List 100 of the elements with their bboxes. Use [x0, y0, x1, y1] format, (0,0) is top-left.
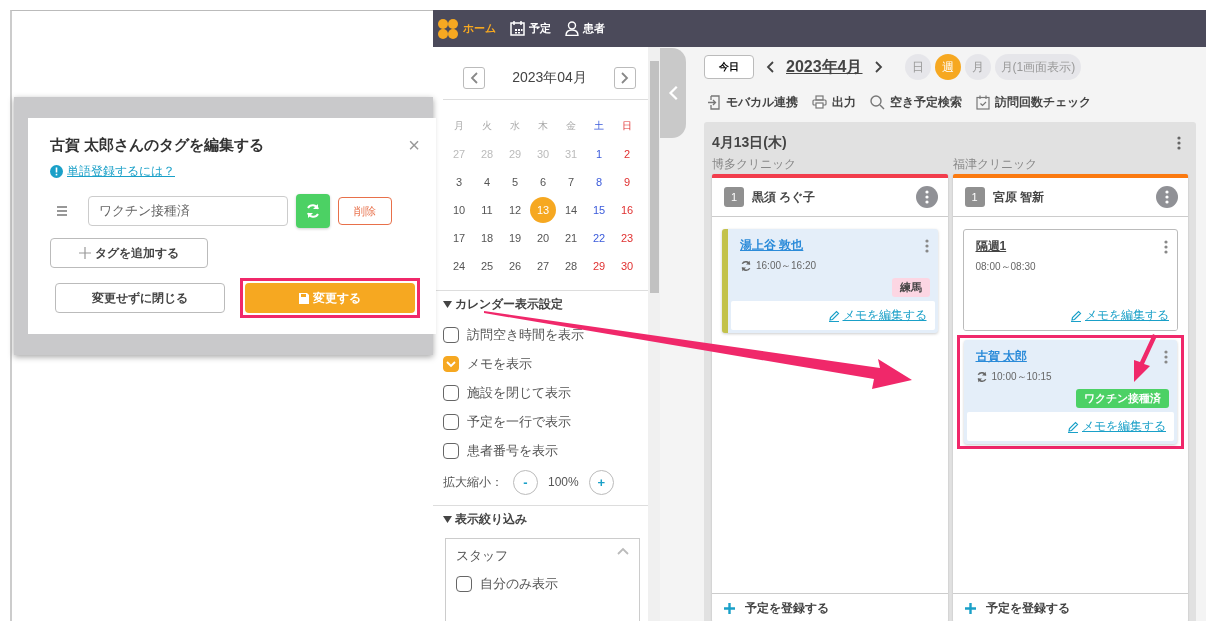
calendar-day[interactable]: 8	[586, 169, 612, 195]
panel-title: スタッフ	[456, 547, 508, 565]
calendar-day[interactable]: 1	[586, 141, 612, 167]
calendar-day[interactable]: 21	[558, 225, 584, 251]
nav-item[interactable]: 予定	[510, 21, 551, 36]
month-title: 2023年04月	[512, 69, 587, 87]
calendar-day[interactable]: 6	[530, 169, 556, 195]
add-appointment-link[interactable]: 予定を登録する	[964, 599, 1070, 617]
person-icon	[565, 21, 579, 36]
weekday-label: 火	[482, 119, 492, 133]
count-badge: 1	[724, 187, 744, 207]
calendar-day[interactable]: 9	[614, 169, 640, 195]
calendar-day[interactable]: 14	[558, 197, 584, 223]
checkbox[interactable]	[443, 326, 459, 343]
staff-name: 宮原 智新	[992, 188, 1045, 206]
triangle-icon[interactable]	[443, 301, 452, 308]
calendar-day[interactable]: 19	[502, 225, 528, 251]
drag-handle-icon[interactable]	[56, 206, 68, 216]
weekday-label: 日	[622, 119, 632, 133]
calendar-day[interactable]: 4	[474, 169, 500, 195]
appointment-card[interactable]: 隔週1 08:00～08:30 メモを編集する	[962, 229, 1178, 331]
calendar-day[interactable]: 10	[446, 197, 472, 223]
toolbar-action[interactable]: 出力	[812, 93, 856, 111]
period-title[interactable]: 2023年4月	[786, 56, 863, 78]
calendar-day[interactable]: 12	[502, 197, 528, 223]
calendar-day[interactable]: 22	[586, 225, 612, 251]
calendar-day[interactable]: 30	[614, 253, 640, 279]
scrollbar[interactable]	[648, 47, 660, 621]
clinic-name: 福津クリニック	[952, 156, 1038, 173]
calendar-day[interactable]: 26	[502, 253, 528, 279]
search-icon	[870, 94, 885, 110]
previous-month-button[interactable]	[463, 67, 485, 89]
import-icon	[708, 94, 721, 110]
calendar-day[interactable]: 15	[586, 197, 612, 223]
calendar-day[interactable]: 5	[502, 169, 528, 195]
calendar-day[interactable]: 18	[474, 225, 500, 251]
more-icon	[1164, 190, 1170, 204]
pencil-icon	[1067, 420, 1079, 433]
tag-badge: ワクチン接種済	[1076, 389, 1169, 408]
more-icon[interactable]	[1163, 239, 1169, 254]
zoom-value: 100%	[548, 475, 579, 489]
info-icon	[50, 165, 63, 178]
checkbox[interactable]	[443, 355, 459, 372]
nav-item[interactable]: ホーム	[437, 17, 496, 40]
appointment-time: 08:00～08:30	[975, 260, 1036, 274]
calendar-day[interactable]: 2	[614, 141, 640, 167]
calendar-day[interactable]: 27	[530, 253, 556, 279]
patient-link[interactable]: 隔週1	[975, 238, 1007, 255]
more-icon[interactable]	[1176, 136, 1182, 150]
chevron-icon	[668, 85, 678, 101]
toolbar-action[interactable]: 訪問回数チェック	[976, 93, 1091, 111]
calendar-day[interactable]: 7	[558, 169, 584, 195]
more-icon[interactable]	[1163, 349, 1169, 364]
option-label: 患者番号を表示	[467, 441, 558, 460]
save-icon	[299, 292, 309, 304]
calendar-day[interactable]: 17	[446, 225, 472, 251]
more-icon[interactable]	[923, 238, 930, 253]
clover-logo-icon	[437, 17, 459, 40]
next-month-button[interactable]	[614, 67, 636, 89]
sync-button[interactable]	[296, 194, 330, 228]
appointment-card[interactable]: 古賀 太郎 10:00～10:15 ワクチン接種済 メモを編集する	[963, 340, 1177, 444]
calendar-day[interactable]: 24	[446, 253, 472, 279]
checkbox[interactable]	[456, 575, 472, 592]
checkbox[interactable]	[443, 442, 459, 459]
today-button[interactable]: 今日	[704, 55, 754, 79]
calendar-day[interactable]: 11	[474, 197, 500, 223]
calendar-day[interactable]: 23	[614, 225, 640, 251]
calendar-day[interactable]: 16	[614, 197, 640, 223]
toolbar-action[interactable]: モバカル連携	[708, 93, 798, 111]
chevron-icon[interactable]	[617, 547, 629, 555]
close-without-saving-button[interactable]: 変更せずに閉じる	[55, 283, 225, 313]
dialog-title: 古賀 太郎さんのタグを編集する	[50, 136, 265, 155]
print-icon	[812, 95, 827, 109]
pencil-icon	[1070, 309, 1082, 322]
calendar-day[interactable]: 29	[586, 253, 612, 279]
add-tag-button[interactable]: タグを追加する	[50, 238, 208, 268]
checkbox[interactable]	[443, 384, 459, 401]
chevron-icon	[470, 72, 478, 84]
chevron-icon	[766, 61, 774, 73]
appointment-time: 10:00～10:15	[991, 370, 1052, 384]
option-label: 予定を一行で表示	[467, 412, 571, 431]
calendar-day[interactable]: 28	[558, 253, 584, 279]
more-button[interactable]	[915, 186, 938, 208]
calendar-day[interactable]: 3	[446, 169, 472, 195]
triangle-icon[interactable]	[443, 516, 452, 523]
more-icon	[923, 190, 930, 204]
tag-badge: 練馬	[891, 278, 930, 297]
tag-input[interactable]: ワクチン接種済	[88, 196, 288, 226]
day-title: 4月13日(木)	[712, 134, 787, 152]
toolbar-action[interactable]: 空き予定検索	[870, 93, 962, 111]
appointment-card[interactable]: 湯上谷 敦也 16:00～16:20 練馬 メモを編集する	[722, 229, 938, 333]
add-appointment-link[interactable]: 予定を登録する	[724, 599, 829, 617]
section-title: カレンダー表示設定	[455, 296, 563, 313]
calendar-day[interactable]: 20	[530, 225, 556, 251]
chevron-icon	[621, 72, 629, 84]
clinic-name: 博多クリニック	[712, 156, 797, 173]
nav-item[interactable]: 患者	[565, 21, 605, 36]
more-button[interactable]	[1156, 186, 1178, 208]
calendar-day[interactable]: 25	[474, 253, 500, 279]
checkbox[interactable]	[443, 413, 459, 430]
